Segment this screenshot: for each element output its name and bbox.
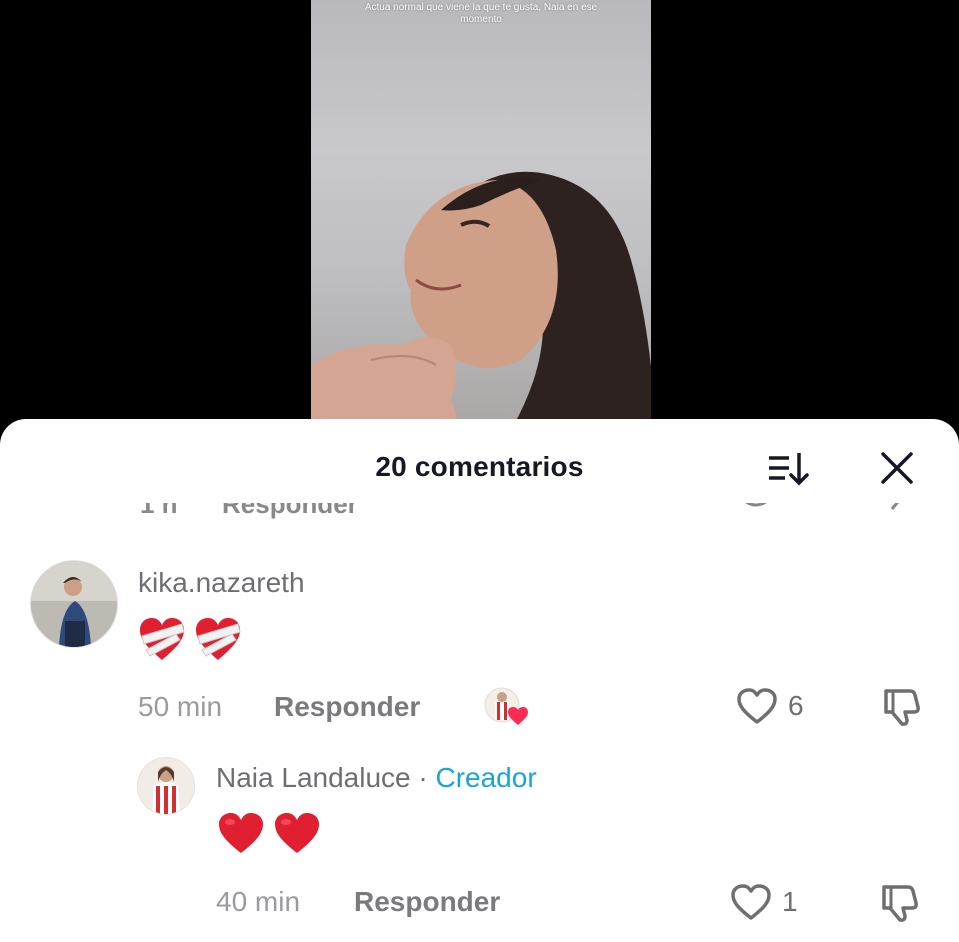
sheet-header: 20 comentarios: [0, 419, 959, 509]
video-preview[interactable]: Actua normal que viene la que te gusta, …: [311, 0, 651, 430]
like-count: 1: [782, 886, 798, 917]
comments-count-title: 20 comentarios: [375, 451, 584, 482]
comment-time: 50 min: [138, 691, 223, 722]
video-caption: Actua normal que viene la que te gusta, …: [364, 2, 598, 25]
sort-icon[interactable]: [767, 449, 809, 489]
heart-outline-icon: [737, 688, 777, 724]
reply-button[interactable]: Responder: [274, 691, 420, 723]
comment-text: ❤️❤️: [217, 811, 321, 855]
like-count: 6: [788, 690, 804, 721]
close-icon[interactable]: [878, 449, 918, 489]
creator-badge: Creador: [435, 762, 537, 793]
partial-dislike-icon: [890, 503, 899, 510]
avatar[interactable]: [30, 560, 118, 648]
red-heart-emoji: [275, 813, 319, 853]
creator-username[interactable]: Naia Landaluce: [216, 762, 411, 793]
dislike-icon[interactable]: [880, 687, 922, 732]
creator-liked-badge-icon: [484, 687, 528, 725]
red-heart-emoji: [219, 813, 263, 853]
partial-heart-icon: [744, 503, 768, 507]
previous-comment-partial: 1 h Responder: [0, 503, 959, 527]
username-separator: ·: [410, 762, 436, 793]
dislike-icon[interactable]: [878, 883, 920, 928]
avatar[interactable]: [137, 757, 195, 815]
reply-button[interactable]: Responder: [354, 886, 500, 918]
comment-username[interactable]: kika.nazareth: [138, 567, 305, 599]
heart-bandage-emoji: [196, 618, 241, 660]
comments-sheet: 20 comentarios 1 h Responder kika.nazare…: [0, 419, 959, 942]
comment-username: Naia Landaluce · Creador: [216, 762, 537, 794]
partial-time: 1 h: [140, 503, 178, 519]
heart-outline-icon: [731, 884, 771, 920]
comment-time: 40 min: [216, 886, 301, 917]
like-button[interactable]: 6: [736, 687, 804, 725]
video-frame-image: [311, 171, 651, 430]
partial-reply: Responder: [222, 503, 358, 519]
like-button[interactable]: 1: [730, 883, 798, 921]
comment-text: ❤️‍🩹❤️‍🩹: [138, 616, 242, 662]
heart-bandage-emoji: [140, 618, 185, 660]
